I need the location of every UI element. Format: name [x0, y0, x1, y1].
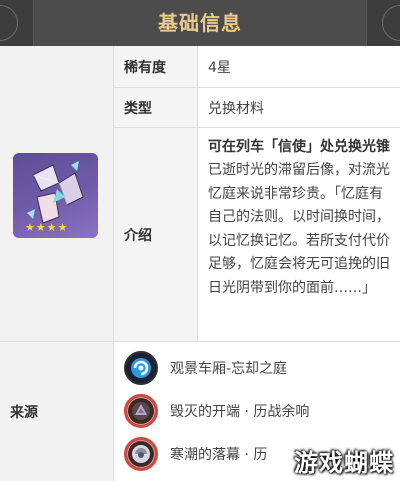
- source-item-label: 寒潮的落幕 · 历: [170, 447, 268, 463]
- section-title: 基础信息: [158, 11, 242, 35]
- source-item-label: 观景车厢-忘却之庭: [170, 361, 288, 377]
- intro-value: 可在列车「信使」处兑换光锥 已逝时光的滞留后像，对流光忆庭来说非常珍贵。「忆庭有…: [198, 128, 400, 342]
- info-table: ★★★★ 稀有度 4星 类型 兑换材料 介绍 可在列车「信使」处兑换光锥 已逝时…: [0, 46, 400, 481]
- sources-label: 来源: [0, 342, 114, 481]
- trace-of-memory-icon: ★★★★: [13, 153, 98, 238]
- item-image-cell: ★★★★: [0, 46, 114, 342]
- source-item-echo-of-war-1[interactable]: 毁灭的开端 · 历战余响: [124, 393, 309, 429]
- rarity-label: 稀有度: [114, 46, 198, 88]
- type-label: 类型: [114, 88, 198, 128]
- site-watermark: 游戏蝴蝶: [294, 449, 394, 477]
- intro-label: 介绍: [114, 128, 198, 342]
- source-item-echo-of-war-2[interactable]: 寒潮的落幕 · 历: [124, 436, 267, 472]
- source-item-forgotten-hall[interactable]: 观景车厢-忘却之庭: [124, 350, 287, 386]
- echo-of-war-icon: [124, 437, 158, 471]
- type-value: 兑换材料: [198, 88, 400, 128]
- rarity-stars: ★★★★: [25, 221, 69, 234]
- section-header: 基础信息: [0, 0, 400, 46]
- intro-body: 已逝时光的滞留后像，对流光忆庭来说非常珍贵。「忆庭有自己的法则。以时间换时间，以…: [208, 162, 390, 296]
- intro-title: 可在列车「信使」处兑换光锥: [208, 139, 390, 155]
- forgotten-hall-icon: [124, 351, 158, 385]
- rarity-value: 4星: [198, 46, 400, 88]
- source-item-label: 毁灭的开端 · 历战余响: [170, 404, 310, 420]
- echo-of-war-icon: [124, 394, 158, 428]
